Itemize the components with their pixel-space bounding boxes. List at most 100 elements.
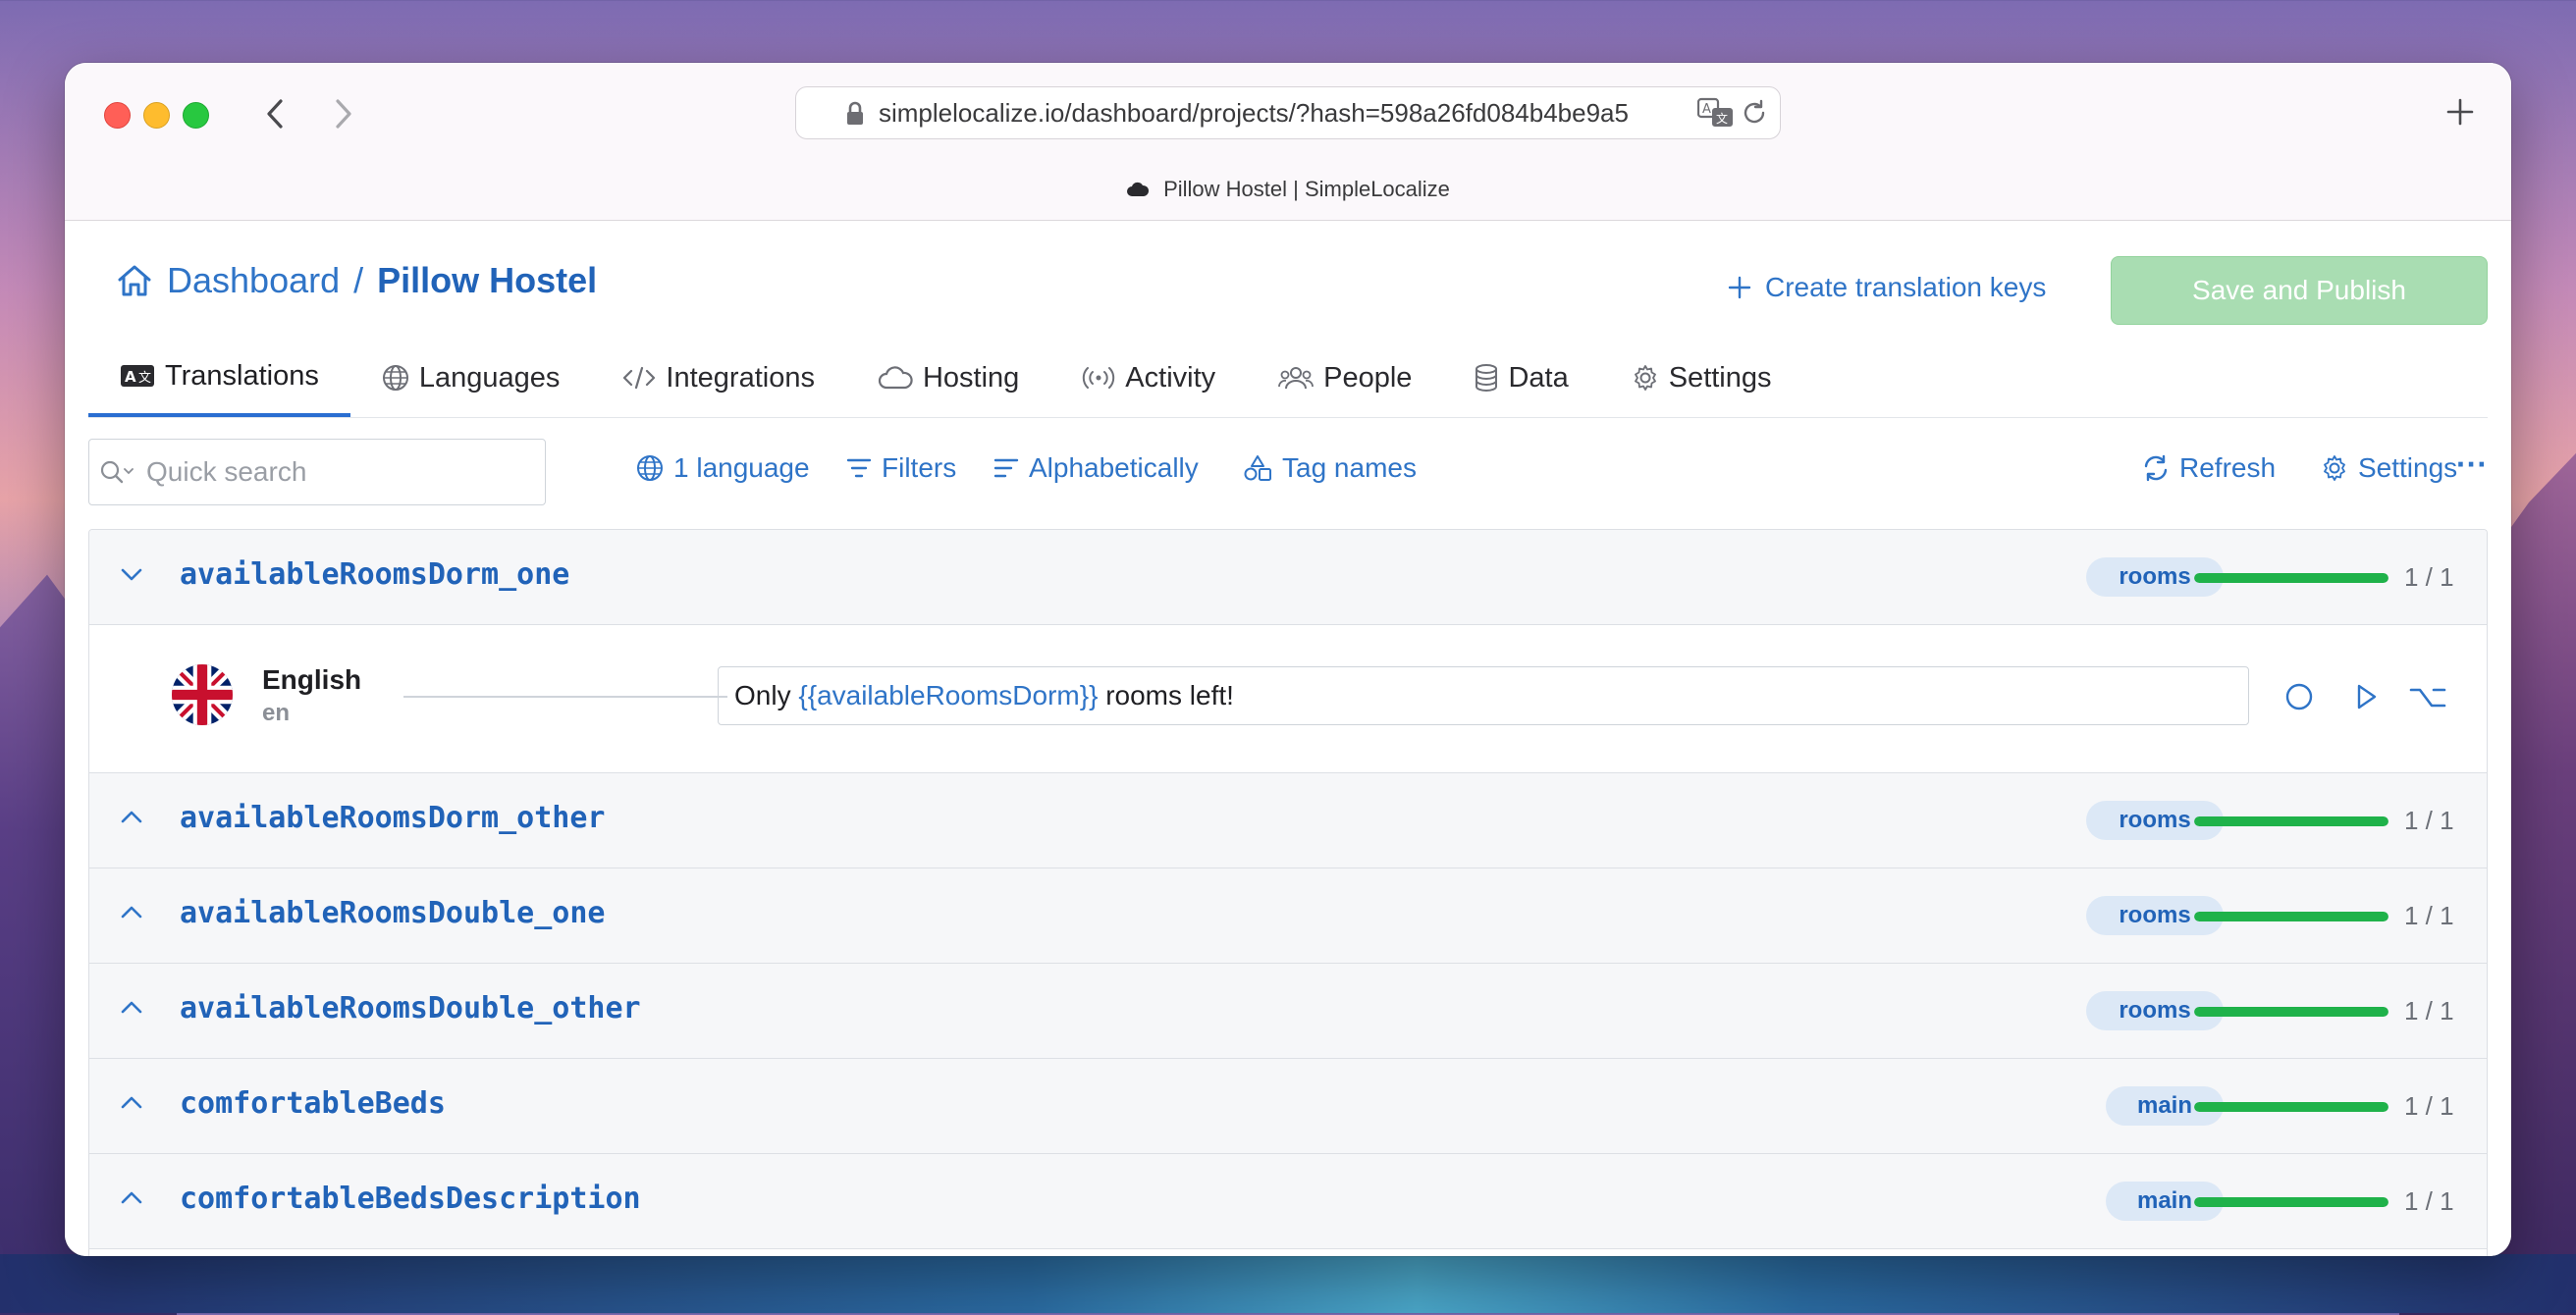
view-settings-button[interactable]: Settings: [2321, 452, 2457, 484]
tab-activity[interactable]: Activity: [1050, 339, 1247, 417]
translation-editor-row: English en Only {{availableRoomsDorm}} r…: [89, 625, 2487, 773]
gear-icon: [2324, 455, 2345, 481]
tab-data[interactable]: Data: [1443, 339, 1599, 417]
translation-count: 1 / 1: [2404, 1186, 2454, 1216]
cloud-favicon-icon: [1127, 182, 1150, 196]
translation-variable: {{availableRoomsDorm}}: [798, 680, 1099, 710]
new-tab-button[interactable]: [2439, 90, 2482, 133]
progress-fill: [2194, 816, 2388, 826]
translation-count: 1 / 1: [2404, 1091, 2454, 1121]
cloud-icon: [878, 366, 913, 390]
home-icon[interactable]: [116, 263, 153, 298]
tag-names-button[interactable]: Tag names: [1243, 452, 1417, 484]
tab-hosting-label: Hosting: [922, 361, 1020, 394]
app-content: Dashboard / Pillow Hostel Create transla…: [65, 221, 2511, 1256]
refresh-label: Refresh: [2179, 452, 2277, 483]
gear-icon: [1632, 364, 1659, 392]
svg-text:文: 文: [138, 371, 151, 386]
tab-settings[interactable]: Settings: [1600, 339, 1803, 417]
tab-languages[interactable]: Languages: [350, 339, 592, 417]
breadcrumb: Dashboard / Pillow Hostel: [116, 260, 597, 301]
translation-keys-list: availableRoomsDorm_one rooms 1 / 1 Engli…: [88, 529, 2488, 1256]
language-filter-button[interactable]: 1 language: [636, 452, 810, 484]
translation-key[interactable]: availableRoomsDouble_one: [180, 896, 605, 930]
tab-translations[interactable]: A文 Translations: [88, 339, 350, 417]
broadcast-icon: [1082, 366, 1115, 390]
connector-line: [403, 696, 727, 698]
address-bar[interactable]: simplelocalize.io/dashboard/projects/?ha…: [795, 86, 1781, 139]
translation-key[interactable]: comfortableBeds: [180, 1086, 446, 1121]
translation-progress-bar: [2194, 573, 2388, 583]
search-icon: [99, 459, 134, 485]
breadcrumb-project-name[interactable]: Pillow Hostel: [377, 260, 597, 301]
chevron-up-icon[interactable]: [117, 898, 146, 927]
filters-button[interactable]: Filters: [846, 452, 956, 484]
reload-icon[interactable]: [1741, 99, 1768, 127]
chevron-up-icon[interactable]: [117, 1088, 146, 1118]
translation-key[interactable]: availableRoomsDorm_one: [180, 557, 569, 592]
option-key-icon[interactable]: [2408, 680, 2447, 713]
search-input[interactable]: [144, 455, 502, 489]
code-icon: [622, 365, 656, 391]
key-row[interactable]: availableRoomsDorm_one rooms 1 / 1: [89, 530, 2487, 625]
translation-count: 1 / 1: [2404, 996, 2454, 1026]
chevron-up-icon[interactable]: [117, 993, 146, 1023]
translations-icon: A文: [120, 363, 155, 389]
translation-text-before: Only: [734, 680, 799, 710]
maximize-window-button[interactable]: [183, 102, 209, 129]
svg-text:文: 文: [1716, 111, 1728, 126]
progress-fill: [2194, 1102, 2388, 1112]
save-and-publish-button[interactable]: Save and Publish: [2111, 256, 2488, 325]
key-row[interactable]: availableRoomsDouble_other rooms 1 / 1: [89, 964, 2487, 1059]
chevron-left-icon: [267, 99, 283, 129]
breadcrumb-dashboard-link[interactable]: Dashboard: [167, 260, 340, 301]
url-text: simplelocalize.io/dashboard/projects/?ha…: [879, 97, 1629, 128]
create-translation-keys-button[interactable]: Create translation keys: [1728, 272, 2046, 303]
plus-icon: [2446, 98, 2474, 126]
translation-input[interactable]: Only {{availableRoomsDorm}} rooms left!: [718, 666, 2249, 725]
chevron-up-icon[interactable]: [117, 803, 146, 832]
translation-count: 1 / 1: [2404, 806, 2454, 835]
globe-icon: [637, 455, 663, 481]
key-row[interactable]: comfortableBeds main 1 / 1: [89, 1059, 2487, 1154]
tab-integrations[interactable]: Integrations: [591, 339, 846, 417]
chevron-down-icon[interactable]: [117, 559, 146, 589]
play-icon[interactable]: [2349, 680, 2383, 713]
tab-data-label: Data: [1508, 361, 1569, 394]
close-window-button[interactable]: [104, 102, 131, 129]
lock-icon: [847, 101, 863, 125]
translation-progress-bar: [2194, 1102, 2388, 1112]
key-row[interactable]: availableRoomsDorm_other rooms 1 / 1: [89, 773, 2487, 868]
sort-button[interactable]: Alphabetically: [993, 452, 1199, 484]
tag-names-label: Tag names: [1282, 452, 1417, 483]
language-name: English: [262, 664, 362, 695]
forward-button[interactable]: [322, 92, 365, 135]
browser-tab[interactable]: Pillow Hostel | SimpleLocalize: [65, 177, 2511, 202]
database-icon: [1475, 364, 1498, 392]
refresh-icon: [2144, 454, 2168, 482]
progress-fill: [2194, 1007, 2388, 1017]
browser-tab-title: Pillow Hostel | SimpleLocalize: [1163, 177, 1450, 201]
tab-people[interactable]: People: [1247, 339, 1443, 417]
key-row[interactable]: comfortableBedsDescription main 1 / 1: [89, 1154, 2487, 1249]
circle-status-icon[interactable]: [2282, 680, 2316, 713]
chevron-up-icon[interactable]: [117, 1184, 146, 1213]
translation-key[interactable]: availableRoomsDorm_other: [180, 801, 605, 835]
uk-flag-icon: [172, 664, 233, 725]
translate-icon[interactable]: A文: [1697, 97, 1735, 129]
more-options-button[interactable]: ···: [2456, 447, 2488, 483]
key-row[interactable]: availableRoomsDouble_one rooms 1 / 1: [89, 868, 2487, 964]
tab-activity-label: Activity: [1125, 361, 1216, 394]
translation-progress-bar: [2194, 1197, 2388, 1207]
sort-icon: [993, 458, 1019, 478]
translation-progress-bar: [2194, 912, 2388, 921]
tab-hosting[interactable]: Hosting: [846, 339, 1050, 417]
minimize-window-button[interactable]: [143, 102, 170, 129]
translation-key[interactable]: comfortableBedsDescription: [180, 1182, 641, 1216]
refresh-button[interactable]: Refresh: [2142, 452, 2276, 484]
back-button[interactable]: [253, 92, 296, 135]
svg-text:A: A: [1702, 102, 1711, 117]
translation-key[interactable]: availableRoomsDouble_other: [180, 991, 641, 1026]
svg-text:A: A: [125, 368, 136, 386]
quick-search[interactable]: [88, 439, 546, 505]
